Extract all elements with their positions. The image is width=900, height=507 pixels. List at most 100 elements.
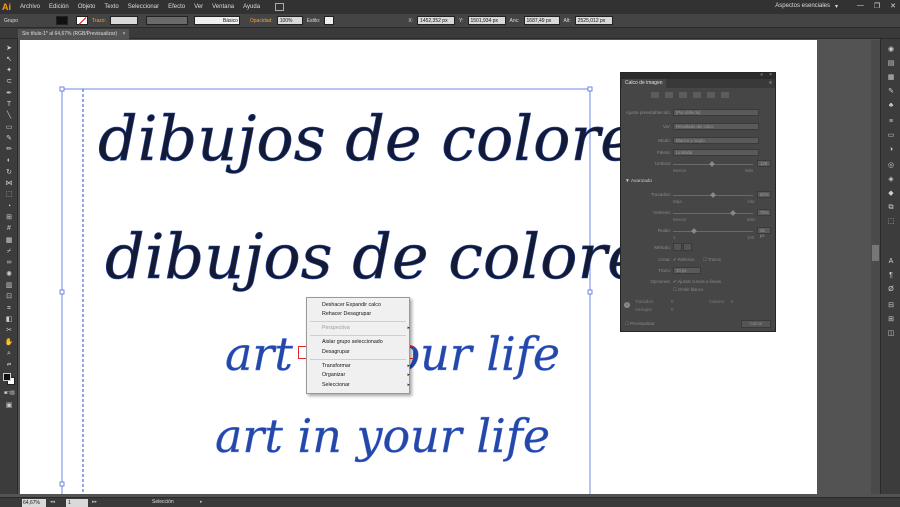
low-color-icon[interactable] bbox=[679, 92, 687, 98]
opentype-panel-icon[interactable]: Ø bbox=[886, 285, 896, 295]
method-overlapping-button[interactable] bbox=[683, 243, 692, 251]
opacity-field[interactable]: 100% bbox=[276, 16, 303, 25]
workspace-switcher[interactable]: Aspectos esenciales bbox=[775, 3, 830, 9]
eyedropper-icon[interactable]: ⌿ bbox=[4, 247, 14, 256]
context-item-ungroup[interactable]: Desagrupar bbox=[322, 348, 350, 357]
slice-tool-icon[interactable]: ⌗ bbox=[4, 304, 14, 313]
high-color-icon[interactable] bbox=[665, 92, 673, 98]
scissors-icon[interactable]: ✂ bbox=[4, 326, 14, 335]
noise-slider[interactable] bbox=[673, 231, 753, 232]
context-item-undo-expand-trace[interactable]: Deshacer Expandir calco bbox=[322, 301, 381, 310]
chevron-down-icon[interactable]: ▾ bbox=[835, 3, 838, 10]
menu-ventana[interactable]: Ventana bbox=[212, 4, 234, 10]
auto-color-icon[interactable] bbox=[651, 92, 659, 98]
corners-slider[interactable] bbox=[673, 213, 753, 214]
palette-dropdown[interactable]: Limitada bbox=[673, 149, 759, 156]
symbols-panel-icon[interactable]: ♣ bbox=[886, 101, 896, 111]
info-icon[interactable]: i bbox=[624, 302, 630, 308]
graphic-styles-icon[interactable]: ◈ bbox=[886, 175, 896, 185]
width-tool-icon[interactable]: ⋈ bbox=[4, 179, 14, 188]
align-panel-icon[interactable]: ⊟ bbox=[886, 301, 896, 311]
paths-knob[interactable] bbox=[710, 192, 716, 198]
width-field[interactable]: 1687,49 px bbox=[523, 16, 560, 25]
swatches-panel-icon[interactable]: ▦ bbox=[886, 73, 896, 83]
next-artboard-icon[interactable]: ▸▸ bbox=[92, 499, 97, 505]
pathfinder-panel-icon[interactable]: ◫ bbox=[886, 329, 896, 339]
graph-tool-icon[interactable]: ▥ bbox=[4, 281, 14, 290]
menu-efecto[interactable]: Efecto bbox=[168, 4, 185, 10]
brush-definition-field[interactable]: Básico bbox=[193, 16, 240, 25]
selection-tool-icon[interactable]: ➤ bbox=[4, 44, 14, 53]
menu-ver[interactable]: Ver bbox=[194, 4, 203, 10]
stroke-swatch[interactable] bbox=[75, 16, 88, 25]
stroke-label[interactable]: Trazo: bbox=[92, 18, 106, 24]
snap-curves-checkbox[interactable]: ✔ Ajustar curvas a líneas bbox=[673, 279, 721, 285]
direct-selection-tool-icon[interactable]: ↖ bbox=[4, 55, 14, 64]
brushes-panel-icon[interactable]: ✎ bbox=[886, 87, 896, 97]
stroke-weight-field[interactable] bbox=[109, 16, 138, 25]
first-artboard-icon[interactable]: ◂◂ bbox=[50, 499, 55, 505]
collapse-icon[interactable]: « bbox=[760, 72, 763, 78]
gradient-panel-icon[interactable]: ▭ bbox=[886, 131, 896, 141]
style-swatch[interactable] bbox=[324, 16, 335, 25]
opacity-label[interactable]: Opacidad: bbox=[250, 18, 273, 24]
selection-handle-bottom-left[interactable] bbox=[59, 481, 65, 487]
grayscale-icon[interactable] bbox=[693, 92, 701, 98]
context-item-redo-ungroup[interactable]: Rehacer Desagrupar bbox=[322, 310, 371, 319]
pencil-tool-icon[interactable]: ✏ bbox=[4, 145, 14, 154]
hand-tool-icon[interactable]: ✋ bbox=[4, 338, 14, 347]
strokes-checkbox[interactable]: ☐ Trazos bbox=[703, 257, 721, 263]
layers-panel-icon[interactable]: ◆ bbox=[886, 189, 896, 199]
trace-button[interactable]: Calcar bbox=[741, 320, 771, 328]
menu-seleccionar[interactable]: Seleccionar bbox=[128, 4, 159, 10]
gradient-tool-icon[interactable]: ▦ bbox=[4, 236, 14, 245]
fills-checkbox[interactable]: ✔ Rellenos bbox=[673, 257, 695, 263]
paintbrush-tool-icon[interactable]: ✎ bbox=[4, 134, 14, 143]
restore-button[interactable]: ❐ bbox=[874, 2, 880, 10]
panel-tab-image-trace[interactable]: Calco de imagen bbox=[622, 79, 666, 88]
free-transform-icon[interactable]: ⬚ bbox=[4, 190, 14, 199]
page-field[interactable]: 1 bbox=[66, 499, 88, 507]
close-tab-icon[interactable]: × bbox=[122, 31, 125, 37]
menu-objeto[interactable]: Objeto bbox=[78, 4, 96, 10]
character-panel-icon[interactable]: A bbox=[886, 257, 896, 267]
transparency-panel-icon[interactable]: ◑ bbox=[886, 145, 896, 155]
fill-indicator[interactable] bbox=[3, 373, 11, 381]
selection-handle-middle-left[interactable] bbox=[59, 289, 65, 295]
menu-ayuda[interactable]: Ayuda bbox=[243, 4, 260, 10]
height-field[interactable]: 2525,012 px bbox=[574, 16, 613, 25]
line-tool-icon[interactable]: ╲ bbox=[4, 111, 14, 120]
black-white-icon[interactable] bbox=[707, 92, 715, 98]
minimize-button[interactable]: — bbox=[857, 2, 864, 10]
corners-knob[interactable] bbox=[730, 210, 736, 216]
x-field[interactable]: 1452,352 px bbox=[417, 16, 456, 25]
close-button[interactable]: ✕ bbox=[890, 2, 896, 10]
preset-dropdown[interactable]: [Por defecto] bbox=[673, 109, 759, 116]
rotate-tool-icon[interactable]: ↻ bbox=[4, 168, 14, 177]
zoom-tool-icon[interactable]: ⌕ bbox=[4, 349, 14, 358]
context-item-perspective[interactable]: Perspectiva ▸ bbox=[322, 324, 410, 333]
blend-tool-icon[interactable]: ∞ bbox=[4, 258, 14, 267]
noise-knob[interactable] bbox=[691, 228, 697, 234]
context-item-transform[interactable]: Transformar ▸ bbox=[322, 362, 410, 371]
status-menu-icon[interactable]: ▸ bbox=[200, 499, 203, 505]
variable-width-field[interactable] bbox=[145, 16, 188, 25]
transform-panel-icon[interactable]: ⊞ bbox=[886, 315, 896, 325]
ignore-white-checkbox[interactable]: ☐ Omitir blanco bbox=[673, 287, 703, 293]
blob-brush-icon[interactable]: ◐ bbox=[4, 156, 14, 165]
outline-icon[interactable] bbox=[721, 92, 729, 98]
paragraph-panel-icon[interactable]: ¶ bbox=[886, 271, 896, 281]
context-item-arrange[interactable]: Organizar ▸ bbox=[322, 371, 410, 380]
type-tool-icon[interactable]: T bbox=[4, 100, 14, 109]
document-tab[interactable]: Sin título-1* al 64,67% (RGB/Previsualiz… bbox=[18, 29, 130, 39]
eraser-tool-icon[interactable]: ◧ bbox=[4, 315, 14, 324]
zoom-field[interactable]: 64,67% bbox=[22, 499, 46, 507]
y-field[interactable]: 1501,934 px bbox=[467, 16, 506, 25]
noise-field[interactable]: 25 px bbox=[757, 227, 771, 238]
image-trace-panel-icon[interactable]: ⬚ bbox=[886, 217, 896, 227]
paths-field[interactable]: 50% bbox=[757, 191, 771, 198]
artboard-tool-icon[interactable]: ⊡ bbox=[4, 292, 14, 301]
fill-swatch[interactable] bbox=[55, 16, 68, 25]
swap-colors-icon[interactable]: ⇄ bbox=[4, 361, 14, 370]
close-panel-icon[interactable]: × bbox=[769, 72, 772, 78]
